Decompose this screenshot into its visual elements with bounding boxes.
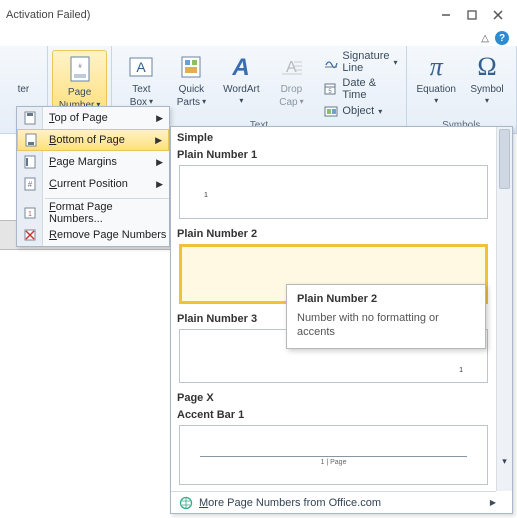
menu-page-margins[interactable]: Page Margins▶ xyxy=(17,151,169,173)
date-time-button[interactable]: 5 Date & Time xyxy=(324,77,397,101)
object-button[interactable]: Object ▾ xyxy=(324,104,382,118)
page-number-icon: # xyxy=(65,55,95,85)
drop-cap-button[interactable]: A Drop Cap▾ xyxy=(270,50,312,118)
quick-parts-button[interactable]: Quick Parts▾ xyxy=(170,50,212,118)
tooltip-description: Number with no formatting or accents xyxy=(297,311,475,340)
gallery-footer-more[interactable]: More Page Numbers from Office.com ▶ xyxy=(171,491,496,513)
menu-top-of-page[interactable]: Top of Page▶ xyxy=(17,107,169,129)
svg-text:#: # xyxy=(28,180,33,189)
bottom-of-page-icon xyxy=(23,132,39,148)
date-time-icon: 5 xyxy=(324,82,338,96)
close-button[interactable] xyxy=(485,5,511,25)
chevron-right-icon: ▶ xyxy=(490,498,496,507)
gallery-item-label: Plain Number 2 xyxy=(175,225,492,242)
wordart-icon: A xyxy=(226,52,256,82)
window-title: Activation Failed) xyxy=(6,9,90,21)
tooltip-title: Plain Number 2 xyxy=(297,293,475,305)
maximize-button[interactable] xyxy=(459,5,485,25)
object-icon xyxy=(324,104,338,118)
gallery-category-simple: Simple xyxy=(175,129,492,146)
wordart-button[interactable]: A WordArt ▾ xyxy=(220,50,262,118)
ribbon-toggle-icon[interactable]: △ xyxy=(481,33,489,44)
help-icon[interactable]: ? xyxy=(495,31,509,45)
remove-numbers-icon xyxy=(22,227,38,243)
gallery-category-pagex: Page X xyxy=(175,389,492,406)
gallery-item-plain-number-1[interactable]: 1 xyxy=(179,165,488,219)
symbol-button[interactable]: Ω Symbol ▾ xyxy=(466,50,508,108)
gallery-item-accent-bar-1[interactable]: 1 | Page xyxy=(179,425,488,485)
symbol-icon: Ω xyxy=(472,52,502,82)
page-margins-icon xyxy=(22,154,38,170)
equation-icon: π xyxy=(421,52,451,82)
menu-current-position[interactable]: # Current Position▶ xyxy=(17,173,169,195)
svg-text:A: A xyxy=(232,54,250,81)
top-of-page-icon xyxy=(22,110,38,126)
menu-format-page-numbers[interactable]: 1 Format Page Numbers... xyxy=(17,202,169,224)
page-number-menu: Top of Page▶ Bottom of Page▶ Page Margin… xyxy=(16,106,170,247)
minimize-button[interactable] xyxy=(433,5,459,25)
title-bar: Activation Failed) xyxy=(0,0,517,30)
tooltip: Plain Number 2 Number with no formatting… xyxy=(286,284,486,349)
office-com-icon xyxy=(179,496,193,510)
current-position-icon: # xyxy=(22,176,38,192)
text-box-icon: A xyxy=(126,52,156,82)
svg-text:A: A xyxy=(137,59,147,75)
scrollbar-thumb[interactable] xyxy=(499,129,510,189)
help-bar: △ ? xyxy=(0,30,517,46)
format-numbers-icon: 1 xyxy=(22,205,38,221)
signature-line-button[interactable]: Signature Line ▾ xyxy=(324,50,397,74)
signature-icon xyxy=(324,55,338,69)
menu-remove-page-numbers[interactable]: Remove Page Numbers xyxy=(17,224,169,246)
gallery-item-label: Accent Bar 1 xyxy=(175,406,492,423)
drop-cap-icon: A xyxy=(276,52,306,82)
quick-parts-icon xyxy=(176,52,206,82)
symbols-group: π Equation ▾ Ω Symbol ▾ Symbols xyxy=(407,46,517,133)
gallery-item-label: Plain Number 1 xyxy=(175,146,492,163)
header-footer-button-partial[interactable]: ter xyxy=(6,50,40,97)
gallery-scrollbar[interactable]: ▾ xyxy=(496,127,512,491)
menu-bottom-of-page[interactable]: Bottom of Page▶ xyxy=(17,129,169,151)
equation-button[interactable]: π Equation ▾ xyxy=(415,50,458,108)
svg-text:1: 1 xyxy=(28,211,32,218)
scrollbar-down-icon[interactable]: ▾ xyxy=(499,456,510,467)
